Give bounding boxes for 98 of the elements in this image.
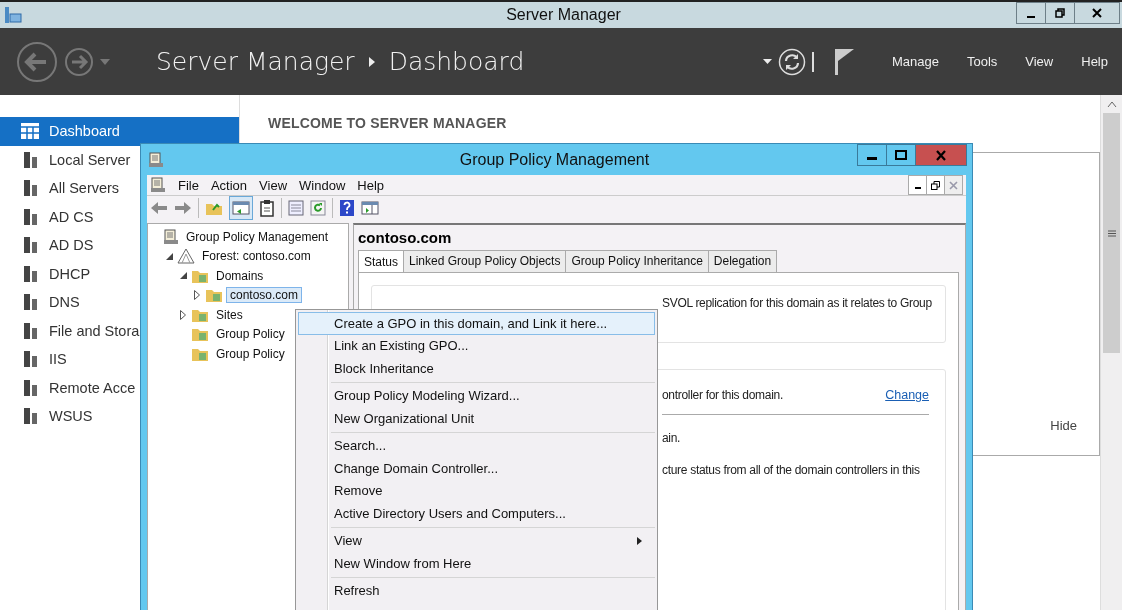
breadcrumb-item[interactable]: Dashboard xyxy=(388,47,525,76)
server-icon xyxy=(21,351,39,368)
info-text: ontroller for this domain. xyxy=(662,388,783,402)
server-icon xyxy=(21,237,39,254)
section-heading: WELCOME TO SERVER MANAGER xyxy=(268,115,508,131)
menu-item[interactable]: File xyxy=(178,177,199,193)
info-text: cture status from all of the domain controllers in this xyxy=(662,463,921,477)
minimize-icon xyxy=(1027,15,1035,18)
back-arrow-icon[interactable] xyxy=(150,200,168,216)
server-icon xyxy=(21,180,39,197)
minimize-button[interactable] xyxy=(1016,2,1046,24)
folder-icon xyxy=(191,326,209,343)
submenu-arrow-icon xyxy=(637,536,642,545)
maximize-button[interactable] xyxy=(886,144,916,166)
server-icon xyxy=(21,265,39,282)
menu-item[interactable]: Action xyxy=(210,177,248,193)
tree-pane-toggle[interactable] xyxy=(229,196,253,220)
pane-heading: contoso.com xyxy=(358,229,453,248)
scroll-bar[interactable] xyxy=(1100,95,1122,610)
clipboard-icon[interactable] xyxy=(259,199,275,217)
server-icon xyxy=(21,322,39,339)
restore-button[interactable] xyxy=(1045,2,1075,24)
window-title: Server Manager xyxy=(505,6,622,24)
collapsed-arrow-icon[interactable] xyxy=(194,290,200,301)
sidebar-item[interactable]: Local Server xyxy=(0,145,239,174)
menu-item[interactable]: Block Inheritance xyxy=(298,357,655,380)
change-link[interactable]: Change xyxy=(885,388,929,402)
menu-item[interactable]: Change Domain Controller... xyxy=(298,457,655,480)
sidebar-item[interactable]: WSUS xyxy=(0,402,239,431)
server-icon xyxy=(21,151,39,168)
chevron-icon xyxy=(368,56,375,67)
policy-icon xyxy=(150,177,166,193)
sidebar-item[interactable]: AD CS xyxy=(0,202,239,231)
restore-icon xyxy=(1055,8,1065,18)
window-title: Group Policy Management xyxy=(458,150,651,169)
close-icon xyxy=(1091,7,1103,19)
server-icon xyxy=(21,294,39,311)
tree-item[interactable]: Group Policy xyxy=(212,326,289,343)
flag-icon[interactable] xyxy=(833,48,854,75)
menu-item[interactable]: Manage xyxy=(891,54,939,69)
menu-item[interactable]: Remove xyxy=(298,479,655,502)
action-pane-icon[interactable] xyxy=(361,200,379,216)
info-text: SVOL replication for this domain as it relates to Group xyxy=(662,296,933,310)
menu-item[interactable]: Window xyxy=(299,177,346,193)
menu-item[interactable]: Link an Existing GPO... xyxy=(298,334,655,357)
menu-item[interactable]: New Organizational Unit xyxy=(298,407,655,430)
minimize-button[interactable] xyxy=(857,144,887,166)
tree-item[interactable]: Sites xyxy=(212,306,247,323)
menu-item[interactable]: View xyxy=(259,177,288,193)
forward-icon[interactable] xyxy=(64,46,94,77)
server-manager-icon xyxy=(4,6,22,24)
tab[interactable]: Status xyxy=(358,250,405,272)
menu-item[interactable]: Active Directory Users and Computers... xyxy=(298,502,655,525)
folder-icon xyxy=(205,287,223,304)
menu-item[interactable]: Help xyxy=(1081,54,1108,69)
close-icon xyxy=(949,180,958,190)
menu-item[interactable]: Help xyxy=(357,177,385,193)
back-icon[interactable] xyxy=(16,40,58,83)
menu-item[interactable]: View xyxy=(1025,54,1054,69)
server-icon xyxy=(21,379,39,396)
expanded-arrow-icon[interactable] xyxy=(179,272,187,280)
policy-icon xyxy=(148,151,164,168)
info-text: ain. xyxy=(662,431,682,445)
menu-item[interactable]: View xyxy=(298,529,655,552)
forward-arrow-icon[interactable] xyxy=(174,200,192,216)
minimize-icon xyxy=(867,157,877,160)
menu-item[interactable]: Tools xyxy=(966,54,998,69)
sidebar-item[interactable]: Dashboard xyxy=(0,117,239,146)
tab[interactable]: Linked Group Policy Objects xyxy=(403,250,567,272)
hide-link[interactable]: Hide xyxy=(1050,418,1077,433)
help-icon[interactable] xyxy=(339,199,355,217)
server-icon xyxy=(21,208,39,225)
server-icon xyxy=(21,408,39,425)
tree-item[interactable]: Domains xyxy=(212,267,268,284)
dashboard-icon xyxy=(21,123,39,140)
expanded-arrow-icon[interactable] xyxy=(165,252,173,260)
tree-item[interactable]: Group Policy Management xyxy=(182,228,333,245)
close-icon xyxy=(935,149,947,161)
tab[interactable]: Delegation xyxy=(707,250,778,272)
separator-line xyxy=(811,51,814,72)
tree-item[interactable]: contoso.com xyxy=(226,287,303,304)
menu-item[interactable]: Refresh xyxy=(298,579,655,602)
menu-item[interactable]: Search... xyxy=(298,434,655,457)
sidebar-item[interactable]: Remote Acce xyxy=(0,373,239,402)
menu-item[interactable]: Group Policy Modeling Wizard... xyxy=(298,384,655,407)
collapsed-arrow-icon[interactable] xyxy=(180,309,186,320)
tree-item[interactable]: Forest: contoso.com xyxy=(198,248,315,265)
triangle-icon xyxy=(177,248,195,265)
menu-item[interactable]: New Window from Here xyxy=(298,552,655,575)
menu-item[interactable]: Create a GPO in this domain, and Link it here... xyxy=(298,312,655,335)
caret-icon[interactable] xyxy=(762,59,772,64)
tab[interactable]: Group Policy Inheritance xyxy=(565,250,709,272)
close-button[interactable] xyxy=(1074,2,1120,24)
maximize-icon xyxy=(895,150,907,160)
tree-item[interactable]: Group Policy xyxy=(212,345,289,362)
breadcrumb-item[interactable]: Server Manager xyxy=(156,47,355,76)
restore-icon xyxy=(931,180,940,190)
policy-icon xyxy=(163,228,179,245)
